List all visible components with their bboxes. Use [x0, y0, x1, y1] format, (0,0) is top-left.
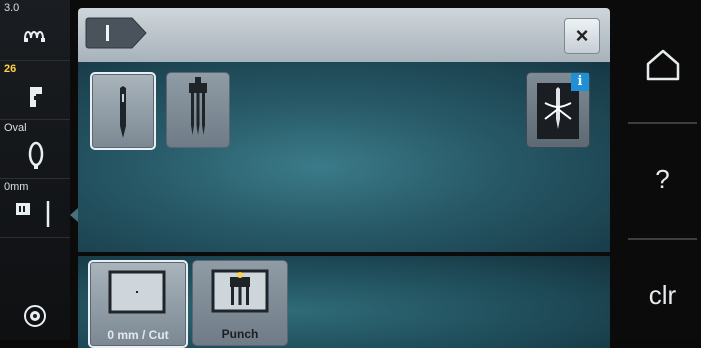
twin-needle-button[interactable] [166, 72, 230, 148]
presser-foot-status[interactable]: 26 [0, 61, 70, 120]
presser-foot-icon [30, 87, 42, 107]
clear-button[interactable]: clr [624, 250, 701, 340]
help-button[interactable]: ? [624, 134, 701, 224]
needle-position-icon [16, 201, 50, 227]
dialog-header: × [78, 8, 610, 62]
home-icon [646, 49, 679, 81]
cut-frame-icon [108, 270, 166, 314]
twin-needle-icon [189, 77, 207, 135]
empty-status-slot [0, 238, 70, 294]
panel-pointer [70, 208, 78, 222]
punch-mode-button[interactable]: Punch [192, 260, 288, 346]
divider [628, 238, 697, 240]
close-icon: × [575, 23, 589, 48]
home-button[interactable] [624, 20, 701, 110]
presser-foot-value: 26 [4, 63, 17, 75]
cut-mode-area: 0 mm / Cut Punch [78, 256, 610, 348]
oval-hoop-icon [28, 141, 44, 169]
clear-label: clr [648, 279, 677, 310]
punch-mode-label: Punch [221, 327, 259, 341]
needle-position-status[interactable]: 0mm [0, 179, 70, 238]
stitch-pattern-icon [24, 31, 45, 42]
status-sidebar: 3.0 26 Oval 0mm [0, 0, 78, 340]
stitch-length-value: 3.0 [4, 2, 20, 14]
needle-selection-area: i [78, 62, 610, 252]
single-needle-button[interactable] [90, 72, 156, 150]
hoop-status[interactable]: Oval [0, 120, 70, 179]
help-icon: ? [655, 163, 670, 194]
stitch-length-status[interactable]: 3.0 [0, 0, 70, 61]
system-sidebar: ? clr [624, 0, 701, 340]
close-button[interactable]: × [564, 18, 600, 54]
sewing-machine-screen: 3.0 26 Oval 0mm × i 0 mm / Cut Punch ? c… [0, 0, 701, 348]
needle-settings-panel: × i 0 mm / Cut Punch [78, 8, 610, 348]
needle-tab-icon [85, 17, 147, 49]
needle-threader-info-button[interactable]: i [526, 72, 590, 148]
bobbin-icon[interactable] [23, 304, 47, 328]
needle-position-value: 0mm [4, 181, 29, 193]
punch-frame-icon [211, 269, 269, 313]
divider [628, 122, 697, 124]
cut-mode-button[interactable]: 0 mm / Cut [88, 260, 188, 348]
info-icon: i [571, 73, 589, 91]
single-needle-icon [120, 86, 126, 138]
hoop-value: Oval [4, 122, 27, 134]
